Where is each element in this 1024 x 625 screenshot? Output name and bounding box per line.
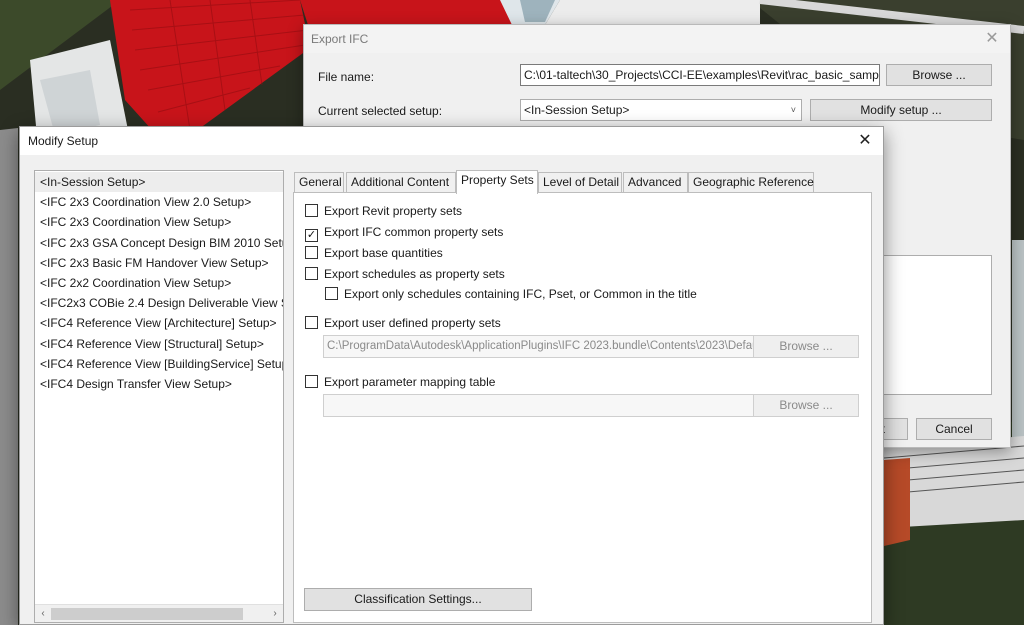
tab-property-sets[interactable]: Property Sets xyxy=(456,170,538,194)
user-defined-psets-path[interactable]: C:\ProgramData\Autodesk\ApplicationPlugi… xyxy=(323,335,757,358)
horizontal-scrollbar[interactable]: ‹ › xyxy=(35,604,283,622)
option-label: Export Revit property sets xyxy=(324,204,463,218)
option-label: Export only schedules containing IFC, Ps… xyxy=(344,287,697,301)
browse-mapping-button[interactable]: Browse ... xyxy=(753,394,859,417)
tab-general[interactable]: General xyxy=(294,172,344,193)
modify-setup-button[interactable]: Modify setup ... xyxy=(810,99,992,121)
checkbox[interactable] xyxy=(305,375,318,388)
file-name-label: File name: xyxy=(318,70,375,84)
option-label: Export schedules as property sets xyxy=(324,267,505,281)
tab-advanced[interactable]: Advanced xyxy=(623,172,688,193)
chevron-down-icon: ˅ xyxy=(790,105,796,115)
setup-list-item[interactable]: <IFC2x3 COBie 2.4 Design Deliverable Vie… xyxy=(35,293,283,313)
checkmark-icon[interactable]: ✓ xyxy=(305,229,318,242)
setup-label: Current selected setup: xyxy=(318,104,443,118)
scroll-left-icon[interactable]: ‹ xyxy=(36,606,50,622)
scroll-right-icon[interactable]: › xyxy=(268,606,282,622)
setup-select-value: <In-Session Setup> xyxy=(524,103,630,117)
option-label: Export user defined property sets xyxy=(324,316,501,330)
checkbox[interactable] xyxy=(325,287,338,300)
tab-geographic-reference[interactable]: Geographic Reference xyxy=(688,172,814,193)
mapping-table-path[interactable] xyxy=(323,394,757,417)
setup-list-item[interactable]: <In-Session Setup> xyxy=(35,172,283,193)
setup-list-item[interactable]: <IFC 2x3 Coordination View 2.0 Setup> xyxy=(35,192,283,212)
export-param-mapping-option[interactable]: Export parameter mapping table xyxy=(305,374,495,390)
setup-list-item[interactable]: <IFC 2x3 GSA Concept Design BIM 2010 Set… xyxy=(35,233,283,253)
checkbox[interactable] xyxy=(305,316,318,329)
option-label: Export parameter mapping table xyxy=(324,375,496,389)
export-schedules-option[interactable]: Export schedules as property sets xyxy=(305,266,505,282)
setup-list-item[interactable]: <IFC4 Reference View [Architecture] Setu… xyxy=(35,313,283,333)
file-name-input[interactable]: C:\01-taltech\30_Projects\CCI-EE\example… xyxy=(520,64,880,86)
export-user-defined-option[interactable]: Export user defined property sets xyxy=(305,315,501,331)
close-icon[interactable]: ✕ xyxy=(855,131,875,151)
export-base-quantities-option[interactable]: Export base quantities xyxy=(305,245,443,261)
checkbox[interactable] xyxy=(305,246,318,259)
checkbox[interactable] xyxy=(305,267,318,280)
setup-list-item[interactable]: <IFC4 Reference View [BuildingService] S… xyxy=(35,354,283,374)
tab-level-of-detail[interactable]: Level of Detail xyxy=(538,172,622,193)
checkbox[interactable] xyxy=(305,204,318,217)
setup-list-item[interactable]: <IFC 2x3 Basic FM Handover View Setup> xyxy=(35,253,283,273)
classification-settings-button[interactable]: Classification Settings... xyxy=(304,588,532,611)
setup-list-item[interactable]: <IFC 2x2 Coordination View Setup> xyxy=(35,273,283,293)
modify-setup-dialog: Modify Setup ✕ <In-Session Setup> <IFC 2… xyxy=(19,126,884,625)
scrollbar-thumb[interactable] xyxy=(51,608,243,620)
export-ifc-common-psets-option[interactable]: ✓ Export IFC common property sets xyxy=(305,224,504,242)
export-dialog-title: Export IFC xyxy=(304,25,1010,53)
cancel-button[interactable]: Cancel xyxy=(916,418,992,440)
export-revit-psets-option[interactable]: Export Revit property sets xyxy=(305,203,462,219)
option-label: Export IFC common property sets xyxy=(324,225,504,239)
modify-dialog-title: Modify Setup xyxy=(20,127,883,155)
browse-button[interactable]: Browse ... xyxy=(886,64,992,86)
option-label: Export base quantities xyxy=(324,246,443,260)
setup-list-item[interactable]: <IFC4 Reference View [Structural] Setup> xyxy=(35,334,283,354)
setup-list[interactable]: <In-Session Setup> <IFC 2x3 Coordination… xyxy=(34,170,284,623)
close-icon[interactable]: ✕ xyxy=(982,29,1002,49)
setup-list-item[interactable]: <IFC 2x3 Coordination View Setup> xyxy=(35,212,283,232)
export-only-schedules-option[interactable]: Export only schedules containing IFC, Ps… xyxy=(325,286,697,302)
tab-additional-content[interactable]: Additional Content xyxy=(346,172,456,193)
property-sets-panel: Export Revit property sets ✓ Export IFC c… xyxy=(293,192,872,623)
browse-psets-button[interactable]: Browse ... xyxy=(753,335,859,358)
setup-select[interactable]: <In-Session Setup> ˅ xyxy=(520,99,802,121)
setup-list-item[interactable]: <IFC4 Design Transfer View Setup> xyxy=(35,374,283,394)
